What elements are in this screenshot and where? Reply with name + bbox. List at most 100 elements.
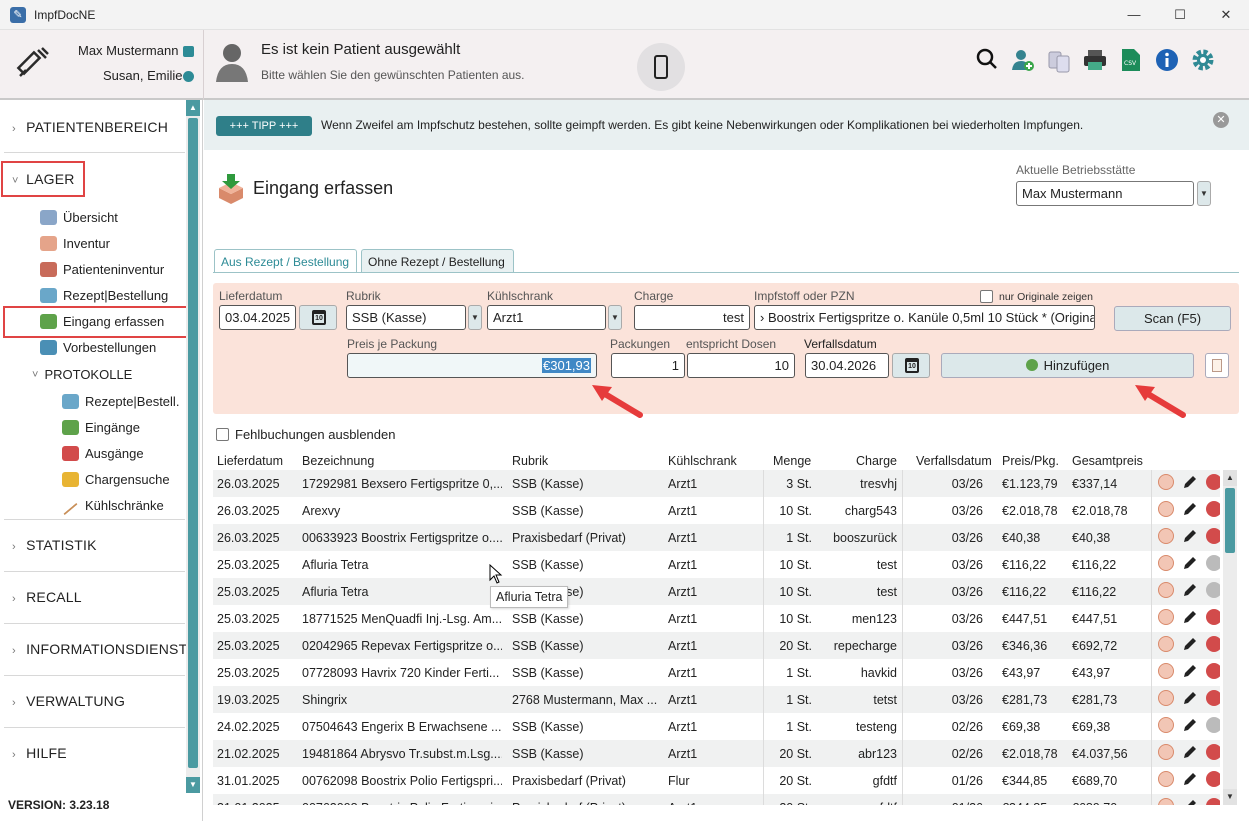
fehlbuchungen-checkbox[interactable] [216,428,229,441]
minimize-button[interactable]: — [1111,0,1157,30]
delete-entry-icon[interactable] [1206,636,1220,652]
table-row[interactable]: 25.03.2025Afluria TetraSSB (Kasse)Arzt11… [213,578,1220,605]
sidebar-item-chargensuche[interactable]: Chargensuche [62,472,170,487]
col-rubrik[interactable]: Rubrik [512,454,548,468]
table-scrollbar[interactable]: ▲ ▼ [1223,470,1237,805]
sidebar-item-rezept-bestellung[interactable]: Rezept|Bestellung [40,288,168,303]
tab-ohne-rezept[interactable]: Ohne Rezept / Bestellung [361,249,514,273]
table-row[interactable]: 24.02.2025 07504643 Engerix B Erwachsene … [213,713,1220,740]
edit-pencil-icon[interactable] [1182,771,1198,787]
sidebar-scroll-thumb[interactable] [188,118,198,768]
scroll-up-arrow-icon[interactable]: ▲ [186,100,200,116]
sidebar-item-eingaenge[interactable]: Eingänge [62,420,140,435]
stock-out-icon[interactable] [1158,663,1174,679]
hinzufuegen-button[interactable]: Hinzufügen [941,353,1194,378]
delete-entry-icon[interactable] [1206,798,1220,805]
col-preis-pkg[interactable]: Preis/Pkg. [1002,454,1059,468]
col-charge[interactable]: Charge [856,454,897,468]
delete-entry-icon[interactable] [1206,690,1220,706]
stock-out-icon[interactable] [1158,474,1174,490]
stock-out-icon[interactable] [1158,744,1174,760]
delete-entry-icon[interactable] [1206,771,1220,787]
charge-input[interactable]: test [634,305,750,330]
impfstoff-input[interactable]: › Boostrix Fertigspritze o. Kanüle 0,5ml… [754,305,1095,330]
sidebar-scrollbar[interactable]: ▲ ▼ [186,100,200,793]
edit-pencil-icon[interactable] [1182,501,1198,517]
col-lieferdatum[interactable]: Lieferdatum [217,454,283,468]
stock-out-icon[interactable] [1158,771,1174,787]
col-kuehlschrank[interactable]: Kühlschrank [668,454,737,468]
table-row[interactable]: 25.03.2025 18771525 MenQuadfi Inj.-Lsg. A… [213,605,1220,632]
stock-out-icon[interactable] [1158,690,1174,706]
table-row[interactable]: 26.03.2025 Arexvy SSB (Kasse) Arzt1 10 St. ch… [213,497,1220,524]
sidebar-item-patienteninventur[interactable]: Patienteninventur [40,262,164,277]
tab-aus-rezept[interactable]: Aus Rezept / Bestellung [214,249,357,273]
edit-pencil-icon[interactable] [1182,744,1198,760]
edit-pencil-icon[interactable] [1182,528,1198,544]
delete-entry-icon[interactable] [1206,609,1220,625]
delete-entry-icon[interactable] [1206,582,1220,598]
delete-entry-icon[interactable] [1206,663,1220,679]
table-row[interactable]: 26.03.2025 00633923 Boostrix Fertigspritz… [213,524,1220,551]
table-row[interactable]: 25.03.2025 07728093 Havrix 720 Kinder Fer… [213,659,1220,686]
mobile-device-button[interactable] [637,43,685,91]
close-window-button[interactable]: ✕ [1203,0,1249,30]
edit-pencil-icon[interactable] [1182,474,1198,490]
table-row[interactable]: 31.01.2025 00762098 Boostrix Polio Fertig… [213,794,1220,805]
edit-pencil-icon[interactable] [1182,717,1198,733]
delete-entry-icon[interactable] [1206,555,1220,571]
stock-out-icon[interactable] [1158,609,1174,625]
delete-entry-icon[interactable] [1206,744,1220,760]
chevron-down-icon[interactable]: ▼ [1197,181,1211,206]
edit-pencil-icon[interactable] [1182,798,1198,805]
search-icon[interactable] [975,48,999,74]
table-row[interactable]: 25.03.2025 02042965 Repevax Fertigspritze… [213,632,1220,659]
sidebar-section-statistik[interactable]: › STATISTIK [12,537,97,553]
edit-pencil-icon[interactable] [1182,690,1198,706]
nur-originale-checkbox[interactable] [980,290,993,303]
primary-user[interactable]: Max Mustermann [78,43,178,58]
stock-out-icon[interactable] [1158,555,1174,571]
table-row[interactable]: 31.01.2025 00762098 Boostrix Polio Fertig… [213,767,1220,794]
col-menge[interactable]: Menge [773,454,811,468]
kuehlschrank-select[interactable]: Arzt1 [487,305,606,330]
info-icon[interactable] [1155,48,1179,74]
table-row[interactable]: 26.03.2025 17292981 Bexsero Fertigspritze… [213,470,1220,497]
delete-entry-icon[interactable] [1206,528,1220,544]
stock-out-icon[interactable] [1158,528,1174,544]
dosen-input[interactable]: 10 [687,353,795,378]
stock-out-icon[interactable] [1158,717,1174,733]
stock-out-icon[interactable] [1158,501,1174,517]
stock-out-icon[interactable] [1158,798,1174,805]
maximize-button[interactable]: ☐ [1157,0,1203,30]
secondary-user[interactable]: Susan, Emilie [103,68,182,83]
sidebar-item-ausgaenge[interactable]: Ausgänge [62,446,144,461]
chevron-down-icon[interactable]: ▼ [608,305,622,330]
stock-out-icon[interactable] [1158,582,1174,598]
table-row[interactable]: 19.03.2025 Shingrix 2768 Mustermann, Max .… [213,686,1220,713]
edit-pencil-icon[interactable] [1182,636,1198,652]
scan-button[interactable]: Scan (F5) [1114,306,1231,331]
edit-pencil-icon[interactable] [1182,609,1198,625]
csv-icon[interactable]: CSV [1119,48,1143,74]
sidebar-group-protokolle[interactable]: ˅ PROTOKOLLE [32,367,132,382]
sidebar-item-inventur[interactable]: Inventur [40,236,110,251]
printer-icon[interactable] [1083,48,1107,74]
betriebsstaette-select[interactable]: Max Mustermann [1016,181,1194,206]
close-tip-icon[interactable]: ✕ [1213,112,1229,128]
edit-pencil-icon[interactable] [1182,582,1198,598]
sidebar-section-informationsdienst[interactable]: › INFORMATIONSDIENST [12,641,187,657]
delete-entry-icon[interactable] [1206,501,1220,517]
sidebar-section-hilfe[interactable]: › HILFE [12,745,67,761]
table-row[interactable]: 21.02.2025 19481864 Abrysvo Tr.subst.m.Ls… [213,740,1220,767]
sidebar-item-vorbestellungen[interactable]: Vorbestellungen [40,340,156,355]
table-row[interactable]: 25.03.2025Afluria TetraSSB (Kasse)Arzt11… [213,551,1220,578]
sidebar-section-verwaltung[interactable]: › VERWALTUNG [12,693,125,709]
preis-input[interactable]: €301,93 [347,353,597,378]
add-patient-icon[interactable] [1011,48,1035,74]
sidebar-section-patientenbereich[interactable]: › PATIENTENBEREICH [12,119,168,135]
table-scroll-thumb[interactable] [1225,488,1235,553]
verfall-input[interactable]: 30.04.2026 [805,353,889,378]
delete-entry-icon[interactable] [1206,474,1220,490]
gear-icon[interactable] [1191,48,1215,74]
